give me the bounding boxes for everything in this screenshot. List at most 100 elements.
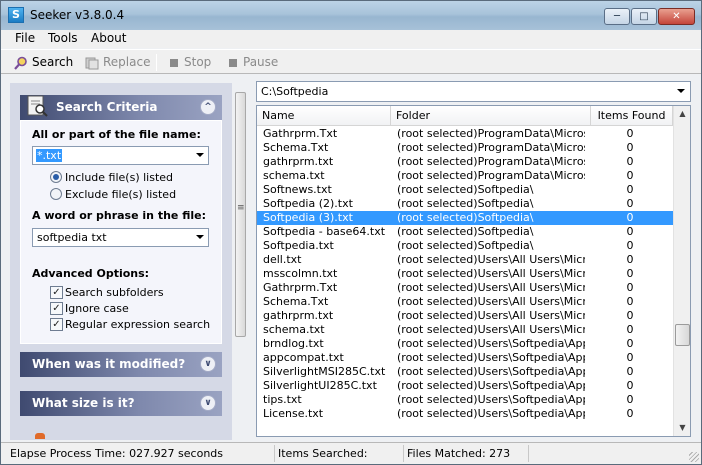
regex-checkbox[interactable]: ✓ bbox=[50, 318, 63, 331]
table-row[interactable]: gathrprm.txt (root selected)ProgramData\M… bbox=[257, 155, 673, 169]
row-folder: (root selected)ProgramData\Microsoft... bbox=[397, 155, 585, 168]
chevron-down-icon[interactable] bbox=[196, 153, 204, 157]
table-row[interactable]: Softnews.txt (root selected)Softpedia\ 0 bbox=[257, 183, 673, 197]
filename-label: All or part of the file name: bbox=[32, 128, 201, 141]
row-folder: (root selected)Users\Softpedia\AppD... bbox=[397, 393, 585, 406]
table-row[interactable]: SilverlightMSI285C.txt (root selected)Use… bbox=[257, 365, 673, 379]
table-row[interactable]: schema.txt (root selected)Users\All Users… bbox=[257, 323, 673, 337]
scroll-up-icon[interactable]: ▲ bbox=[675, 106, 690, 122]
subfolders-checkbox[interactable]: ✓ bbox=[50, 286, 63, 299]
row-items-found: 0 bbox=[626, 169, 634, 182]
app-window: S Seeker v3.8.0.4 ─ □ ✕ File Tools About… bbox=[0, 0, 702, 465]
table-row[interactable]: SilverlightUI285C.txt (root selected)User… bbox=[257, 379, 673, 393]
stop-button-label: Stop bbox=[184, 55, 212, 69]
table-row[interactable]: Schema.Txt (root selected)Users\All Users… bbox=[257, 295, 673, 309]
table-row[interactable]: Softpedia - base64.txt (root selected)Sof… bbox=[257, 225, 673, 239]
row-name: SilverlightMSI285C.txt bbox=[263, 365, 386, 378]
row-folder: (root selected)Users\All Users\Micros... bbox=[397, 267, 585, 280]
status-bar: Elapse Process Time: 027.927 seconds Ite… bbox=[1, 442, 701, 465]
table-row[interactable]: Schema.Txt (root selected)ProgramData\Mic… bbox=[257, 141, 673, 155]
status-files-matched: Files Matched: 273 bbox=[403, 445, 527, 462]
splitter-grip-icon[interactable]: ≡ bbox=[237, 204, 245, 220]
phrase-combo[interactable]: softpedia txt bbox=[32, 228, 209, 247]
chevron-down-icon[interactable]: ∨ bbox=[200, 395, 216, 411]
maximize-button[interactable]: □ bbox=[631, 8, 657, 25]
path-combo[interactable]: C:\Softpedia bbox=[256, 81, 691, 102]
status-empty-pane bbox=[528, 445, 688, 462]
menu-tools[interactable]: Tools bbox=[48, 31, 78, 45]
row-items-found: 0 bbox=[626, 155, 634, 168]
search-criteria-title: Search Criteria bbox=[56, 100, 158, 114]
include-radio[interactable] bbox=[50, 171, 62, 183]
window-title: Seeker v3.8.0.4 bbox=[30, 8, 125, 22]
chevron-down-icon[interactable]: ∨ bbox=[200, 356, 216, 372]
size-group-header[interactable]: What size is it? ∨ bbox=[20, 391, 222, 416]
table-row[interactable]: License.txt (root selected)Users\Softpedi… bbox=[257, 407, 673, 421]
row-items-found: 0 bbox=[626, 197, 634, 210]
pause-button[interactable]: Pause bbox=[229, 53, 278, 72]
row-items-found: 0 bbox=[626, 183, 634, 196]
row-name: Schema.Txt bbox=[263, 295, 329, 308]
table-row[interactable]: Softpedia.txt (root selected)Softpedia\ 0 bbox=[257, 239, 673, 253]
menu-bar: File Tools About bbox=[1, 30, 701, 48]
row-name: Softpedia - base64.txt bbox=[263, 225, 386, 238]
table-row[interactable]: schema.txt (root selected)ProgramData\Mic… bbox=[257, 169, 673, 183]
table-row[interactable]: msscolmn.txt (root selected)Users\All Use… bbox=[257, 267, 673, 281]
results-scroll-thumb[interactable] bbox=[675, 324, 690, 346]
exclude-radio[interactable] bbox=[50, 188, 62, 200]
row-name: schema.txt bbox=[263, 323, 325, 336]
column-header-folder[interactable]: Folder bbox=[391, 106, 591, 126]
filename-combo[interactable]: *.txt bbox=[32, 146, 209, 165]
toolbar: Search Replace Stop Pause bbox=[1, 49, 701, 74]
menu-file[interactable]: File bbox=[15, 31, 35, 45]
phrase-label: A word or phrase in the file: bbox=[32, 209, 206, 222]
table-row[interactable]: Softpedia (3).txt (root selected)Softpedi… bbox=[257, 211, 673, 225]
close-button[interactable]: ✕ bbox=[658, 8, 695, 25]
row-name: Softnews.txt bbox=[263, 183, 332, 196]
row-name: Softpedia (2).txt bbox=[263, 197, 353, 210]
menu-about[interactable]: About bbox=[91, 31, 126, 45]
row-items-found: 0 bbox=[626, 141, 634, 154]
table-row[interactable]: Gathrprm.Txt (root selected)Users\All Use… bbox=[257, 281, 673, 295]
modified-group-title: When was it modified? bbox=[32, 357, 186, 371]
row-folder: (root selected)Softpedia\ bbox=[397, 239, 534, 252]
resize-grip-icon[interactable] bbox=[689, 452, 699, 462]
row-items-found: 0 bbox=[626, 239, 634, 252]
chevron-down-icon[interactable] bbox=[677, 89, 685, 93]
row-items-found: 0 bbox=[626, 337, 634, 350]
table-row[interactable]: brndlog.txt (root selected)Users\Softpedi… bbox=[257, 337, 673, 351]
chevron-up-icon[interactable]: ^ bbox=[200, 99, 216, 115]
table-row[interactable]: tips.txt (root selected)Users\Softpedia\A… bbox=[257, 393, 673, 407]
title-bar[interactable]: S Seeker v3.8.0.4 ─ □ ✕ bbox=[1, 1, 701, 30]
scroll-down-icon[interactable]: ▼ bbox=[675, 420, 690, 436]
replace-button[interactable]: Replace bbox=[85, 53, 150, 72]
criteria-scrollbar[interactable] bbox=[234, 92, 247, 439]
results-list[interactable]: Name Folder Items Found Gathrprm.Txt (roo… bbox=[256, 105, 691, 437]
chevron-down-icon[interactable] bbox=[196, 235, 204, 239]
table-row[interactable]: dell.txt (root selected)Users\All Users\M… bbox=[257, 253, 673, 267]
table-row[interactable]: gathrprm.txt (root selected)Users\All Use… bbox=[257, 309, 673, 323]
results-scrollbar[interactable]: ▲ ▼ bbox=[673, 106, 690, 436]
search-button[interactable]: Search bbox=[14, 53, 73, 72]
search-criteria-header[interactable]: Search Criteria ^ bbox=[20, 95, 222, 120]
partial-group-icon bbox=[35, 433, 45, 439]
minimize-button[interactable]: ─ bbox=[604, 8, 630, 25]
row-folder: (root selected)Softpedia\ bbox=[397, 225, 534, 238]
status-elapse-time: Elapse Process Time: 027.927 seconds bbox=[10, 447, 224, 460]
table-row[interactable]: Gathrprm.Txt (root selected)ProgramData\M… bbox=[257, 127, 673, 141]
table-row[interactable]: appcompat.txt (root selected)Users\Softpe… bbox=[257, 351, 673, 365]
row-folder: (root selected)ProgramData\Microsoft... bbox=[397, 141, 585, 154]
row-folder: (root selected)Users\All Users\Micros... bbox=[397, 295, 585, 308]
row-name: gathrprm.txt bbox=[263, 155, 334, 168]
row-folder: (root selected)Softpedia\ bbox=[397, 197, 534, 210]
search-button-label: Search bbox=[32, 55, 74, 69]
column-header-name[interactable]: Name bbox=[257, 106, 391, 126]
row-folder: (root selected)Users\Softpedia\AppD... bbox=[397, 365, 585, 378]
row-name: msscolmn.txt bbox=[263, 267, 338, 280]
table-row[interactable]: Softpedia (2).txt (root selected)Softpedi… bbox=[257, 197, 673, 211]
row-name: dell.txt bbox=[263, 253, 302, 266]
modified-group-header[interactable]: When was it modified? ∨ bbox=[20, 352, 222, 377]
ignore-case-checkbox[interactable]: ✓ bbox=[50, 302, 63, 315]
stop-button[interactable]: Stop bbox=[170, 53, 211, 72]
column-header-items-found[interactable]: Items Found bbox=[591, 106, 673, 126]
